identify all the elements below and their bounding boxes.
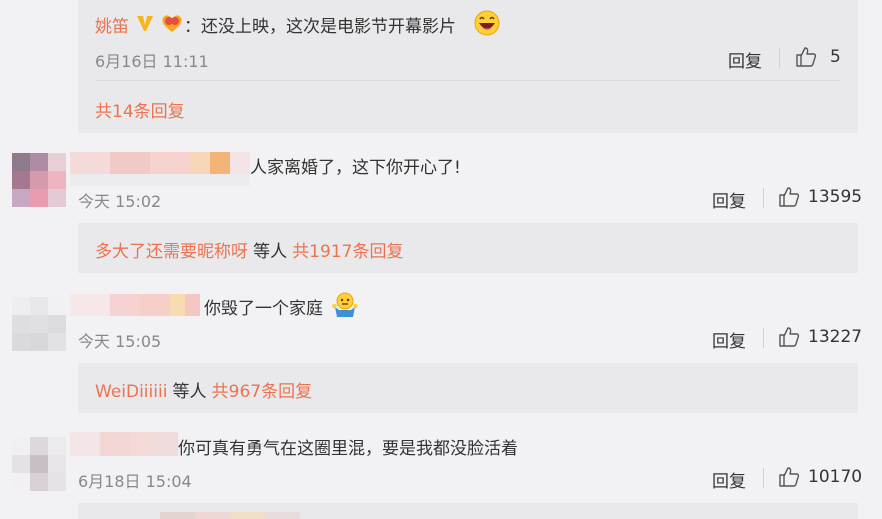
- reply-button[interactable]: 回复: [712, 467, 746, 492]
- blurred-username: [70, 432, 178, 456]
- thumb-up-icon[interactable]: [794, 45, 818, 69]
- reply-text: ：还没上映，这次是电影节开幕影片: [184, 17, 456, 37]
- comment-timestamp: 今天 15:05: [78, 332, 162, 351]
- reply-author-link[interactable]: WeiDiiiiii: [95, 382, 167, 402]
- divider: [95, 80, 840, 81]
- comment-text: 你毁了一个家庭: [204, 299, 323, 319]
- divider: [763, 188, 764, 208]
- reply-count-link[interactable]: 共967条回复: [212, 382, 312, 402]
- reply-summary: 多大了还需要昵称呀 等人 共1917条回复: [95, 237, 403, 262]
- comment-text: 你可真有勇气在这圈里混，要是我都没脸活着: [178, 439, 518, 459]
- comment-text: 人家离婚了，这下你开心了!: [250, 158, 461, 178]
- shrug-emoji-icon: [332, 292, 358, 317]
- laughing-emoji-icon: [474, 10, 500, 36]
- avatar[interactable]: [12, 437, 66, 491]
- like-count: 10170: [808, 467, 863, 487]
- reply-author-link[interactable]: 姚笛: [95, 12, 129, 37]
- reply-timestamp: 6月16日 11:11: [95, 52, 209, 71]
- verified-v-icon: [137, 16, 153, 31]
- like-count: 13595: [808, 187, 863, 207]
- divider: [763, 468, 764, 488]
- fan-badge-icon: [162, 15, 182, 32]
- reply-button[interactable]: 回复: [728, 47, 762, 72]
- thumb-up-icon[interactable]: [777, 185, 801, 209]
- thumb-up-icon[interactable]: [777, 325, 801, 349]
- blurred-username: [70, 294, 200, 316]
- like-count: 5: [830, 47, 841, 67]
- thumb-up-icon[interactable]: [777, 465, 801, 489]
- reply-button[interactable]: 回复: [712, 187, 746, 212]
- reply-count-link[interactable]: 共1917条回复: [292, 242, 403, 262]
- reply-count-link[interactable]: 共14条回复: [95, 97, 185, 122]
- reply-summary: WeiDiiiiii 等人 共967条回复: [95, 377, 312, 402]
- blurred-username: [70, 152, 250, 174]
- comment-timestamp: 今天 15:02: [78, 192, 162, 211]
- comment-timestamp: 6月18日 15:04: [78, 472, 192, 491]
- divider: [763, 328, 764, 348]
- reply-connector: 等人: [172, 382, 207, 402]
- divider: [779, 48, 780, 68]
- avatar[interactable]: [12, 153, 66, 207]
- like-count: 13227: [808, 327, 863, 347]
- blurred-reply-preview: [160, 512, 300, 519]
- blurred-username-shadow: [70, 174, 250, 186]
- avatar[interactable]: [12, 297, 66, 351]
- reply-button[interactable]: 回复: [712, 327, 746, 352]
- reply-author-link[interactable]: 多大了还需要昵称呀: [95, 242, 248, 262]
- reply-connector: 等人: [253, 242, 288, 262]
